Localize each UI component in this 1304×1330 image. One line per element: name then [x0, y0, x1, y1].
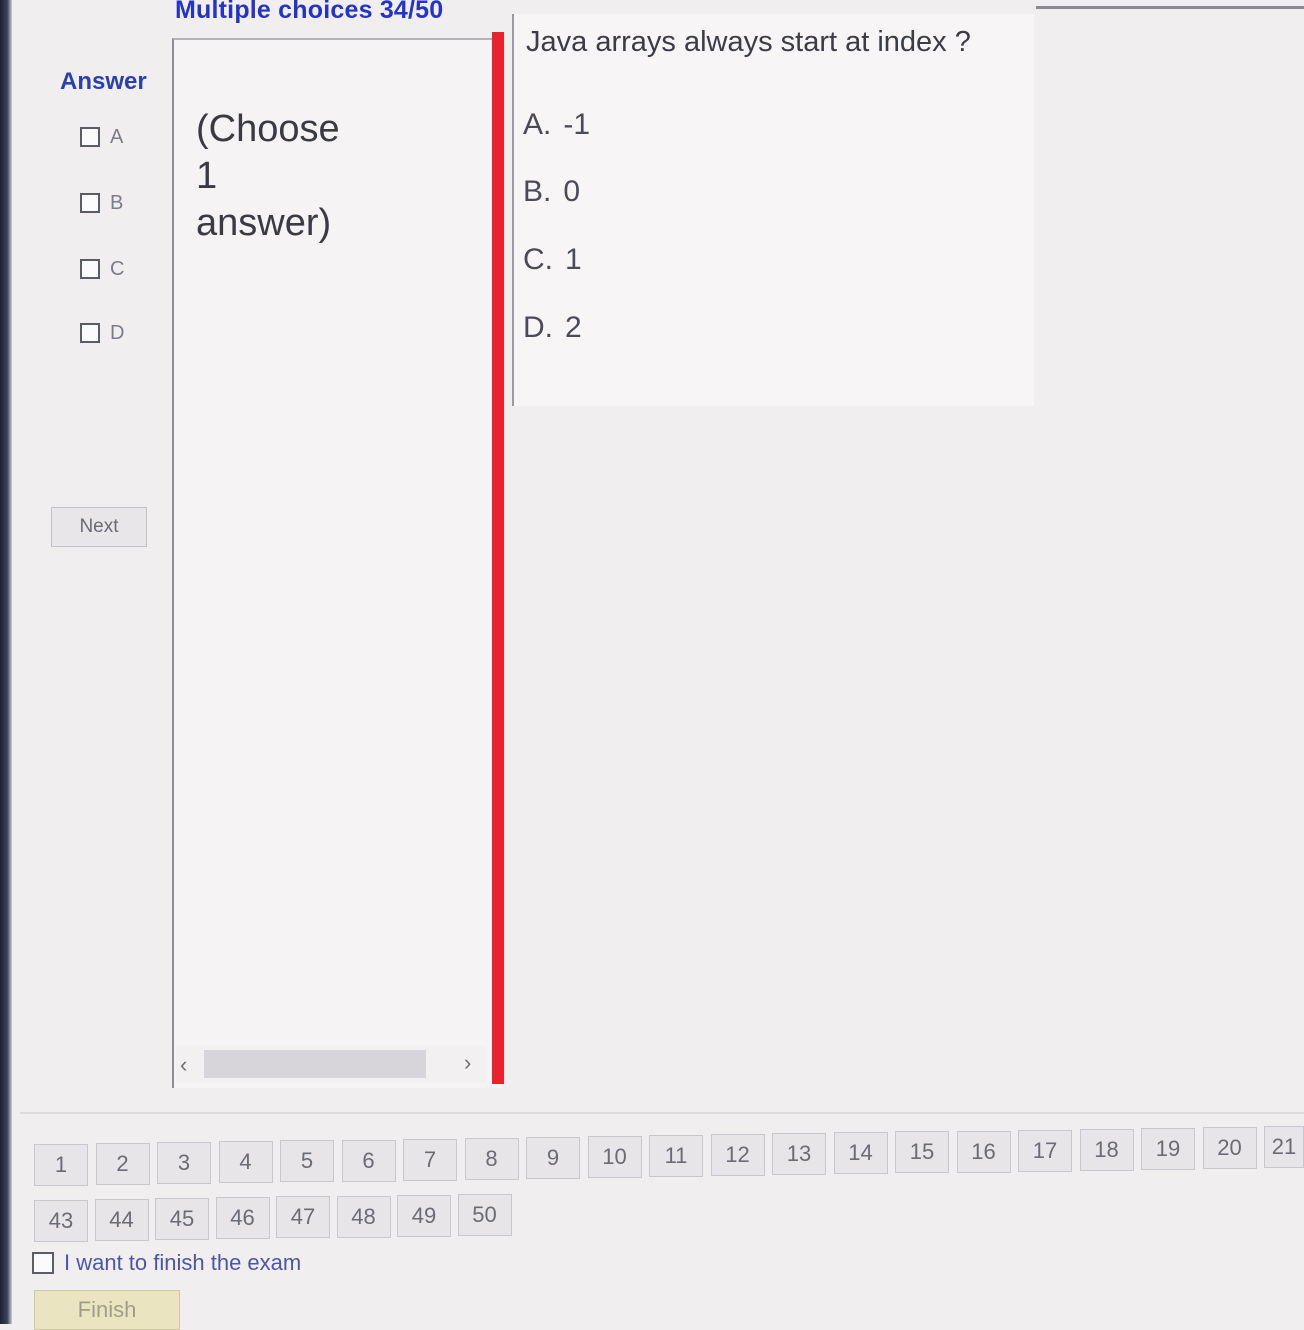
question-nav-button[interactable]: 1 — [34, 1144, 88, 1186]
question-nav-button[interactable]: 20 — [1202, 1126, 1257, 1169]
question-nav-button[interactable]: 50 — [457, 1193, 512, 1236]
choice-letter: B. — [523, 175, 552, 208]
next-button[interactable]: Next — [51, 507, 147, 547]
screen-bezel — [0, 0, 12, 1324]
answer-option-a[interactable]: A — [80, 122, 123, 152]
question-text: Java arrays always start at index ? — [526, 26, 971, 58]
instruction-line: 1 — [196, 155, 218, 197]
question-choice-d: D. 2 — [523, 311, 582, 345]
instruction-line: (Choose — [196, 108, 340, 150]
choice-value: -1 — [563, 108, 591, 141]
answer-checkbox-c[interactable] — [80, 259, 100, 279]
divider — [20, 1112, 1304, 1114]
answer-option-c[interactable]: C — [80, 254, 124, 284]
question-nav-button[interactable]: 45 — [155, 1198, 209, 1241]
finish-checkbox-label: I want to finish the exam — [64, 1250, 302, 1275]
question-nav-button[interactable]: 16 — [956, 1130, 1011, 1173]
answer-checkbox-d[interactable] — [80, 323, 100, 343]
instruction-text: (Choose 1 answer) — [196, 106, 446, 247]
choice-value: 0 — [563, 175, 581, 208]
question-nav-button[interactable]: 2 — [95, 1143, 150, 1186]
question-nav-button[interactable]: 5 — [280, 1140, 334, 1183]
chevron-left-icon[interactable]: ‹ — [180, 1052, 187, 1078]
answer-option-label: B — [110, 191, 124, 214]
question-nav-button[interactable]: 46 — [215, 1197, 270, 1240]
question-choice-a: A. -1 — [523, 108, 590, 142]
question-nav-button[interactable]: 49 — [397, 1194, 451, 1237]
question-nav-button[interactable]: 4 — [218, 1141, 273, 1184]
answer-option-label: D — [110, 321, 125, 344]
question-nav-button[interactable]: 48 — [336, 1195, 391, 1238]
question-nav-button[interactable]: 44 — [94, 1199, 149, 1242]
choice-letter: A. — [523, 108, 552, 141]
divider — [1036, 6, 1304, 9]
horizontal-scrollbar[interactable]: ‹ › — [176, 1046, 486, 1082]
question-nav-button[interactable]: 9 — [526, 1136, 580, 1179]
question-nav-button[interactable]: 14 — [833, 1132, 888, 1175]
question-nav-button[interactable]: 3 — [157, 1142, 211, 1185]
chevron-right-icon[interactable]: › — [464, 1050, 471, 1076]
answer-checkbox-b[interactable] — [80, 193, 100, 213]
question-nav-button[interactable]: 43 — [34, 1200, 88, 1242]
question-nav-button[interactable]: 21 — [1264, 1126, 1304, 1168]
panel-splitter[interactable] — [492, 32, 504, 1084]
question-nav-button[interactable]: 6 — [341, 1139, 396, 1182]
instruction-line: answer) — [196, 202, 332, 244]
question-nav-button[interactable]: 12 — [710, 1134, 765, 1177]
choice-letter: C. — [523, 243, 553, 276]
question-panel — [512, 14, 1034, 406]
choice-value: 1 — [565, 243, 582, 276]
choice-letter: D. — [523, 311, 553, 344]
question-nav-button[interactable]: 11 — [649, 1135, 703, 1177]
scrollbar-thumb[interactable] — [204, 1050, 426, 1078]
question-nav-button[interactable]: 17 — [1018, 1129, 1072, 1172]
question-nav-button[interactable]: 10 — [587, 1135, 642, 1178]
question-nav-button[interactable]: 47 — [276, 1196, 330, 1239]
question-nav-button[interactable]: 19 — [1141, 1127, 1195, 1170]
finish-button[interactable]: Finish — [34, 1290, 180, 1330]
question-nav-button[interactable]: 15 — [895, 1131, 949, 1174]
answer-option-b[interactable]: B — [80, 188, 123, 218]
page-title: Multiple choices 34/50 — [175, 0, 444, 24]
answer-option-label: C — [110, 257, 125, 280]
question-nav-button[interactable]: 7 — [403, 1138, 457, 1181]
question-choice-c: C. 1 — [523, 243, 582, 277]
finish-confirm[interactable]: I want to finish the exam — [32, 1250, 301, 1276]
question-nav-button[interactable]: 8 — [464, 1137, 519, 1180]
finish-checkbox[interactable] — [32, 1252, 54, 1274]
answer-option-d[interactable]: D — [80, 318, 124, 348]
choice-value: 2 — [565, 311, 582, 344]
answer-label: Answer — [60, 68, 147, 95]
answer-option-label: A — [110, 125, 124, 148]
question-choice-b: B. 0 — [523, 175, 580, 209]
question-nav-button[interactable]: 18 — [1079, 1128, 1134, 1171]
answer-checkbox-a[interactable] — [80, 127, 100, 147]
question-nav-button[interactable]: 13 — [772, 1133, 826, 1176]
